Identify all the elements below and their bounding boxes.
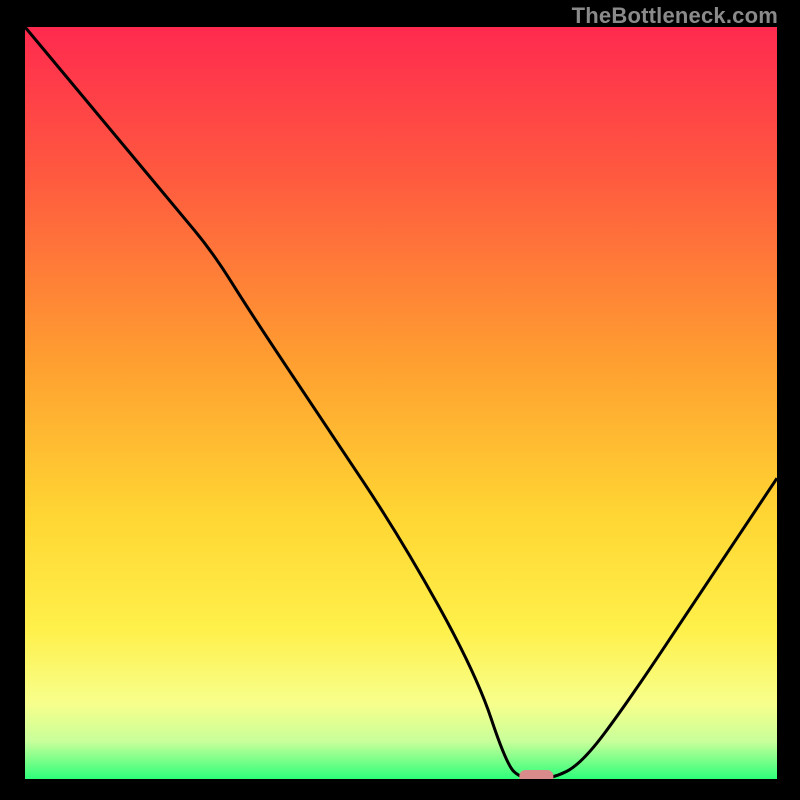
bottleneck-chart — [25, 27, 777, 779]
gradient-background — [25, 27, 777, 779]
watermark-text: TheBottleneck.com — [572, 3, 778, 29]
optimal-marker — [519, 770, 553, 779]
chart-frame — [25, 27, 777, 779]
